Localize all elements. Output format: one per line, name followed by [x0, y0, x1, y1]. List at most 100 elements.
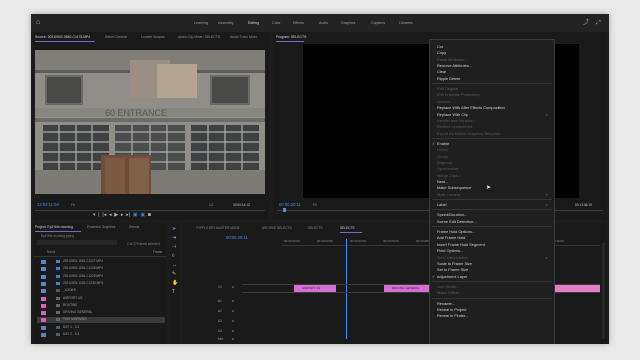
home-icon[interactable]: ⌂: [36, 19, 42, 26]
track-header-label[interactable]: A2: [218, 309, 222, 313]
menu-item-remove-attributes[interactable]: Remove Attributes...: [437, 63, 472, 68]
column-frame-rate[interactable]: Frame: [153, 250, 162, 254]
slip-tool-icon[interactable]: ↔: [172, 263, 177, 268]
menu-item-scale-to-frame-size[interactable]: Scale to Frame Size: [437, 261, 472, 266]
tab-source[interactable]: Source: 20210902-0840-C1175.MP4: [35, 35, 90, 39]
export-frame-icon[interactable]: ◙: [148, 212, 151, 218]
menu-item-rename[interactable]: Rename...: [437, 301, 455, 306]
play-icon[interactable]: ▶: [114, 212, 118, 218]
workspace-tab-editing[interactable]: Editing: [248, 21, 259, 25]
menu-item-reveal-in-finder[interactable]: Reveal in Finder...: [437, 313, 468, 318]
project-list-item[interactable]: 20210903-1156-C1229.MP4: [37, 274, 165, 280]
workspace-tab-audio[interactable]: Audio: [319, 21, 328, 25]
tab-selects-1[interactable]: SELECTS: [308, 226, 323, 230]
go-to-out-icon[interactable]: ▸|: [126, 212, 130, 218]
track-lock-icon[interactable]: ◘: [232, 299, 234, 303]
project-list-item[interactable]: DAY 2 - 0-4: [37, 332, 165, 338]
project-list-item[interactable]: AIRPORT US: [37, 296, 165, 302]
hand-tool-icon[interactable]: ✋: [172, 281, 178, 286]
project-list-item[interactable]: ROUTINE: [37, 303, 165, 309]
menu-item-enable[interactable]: Enable: [437, 141, 449, 146]
track-select-tool-icon[interactable]: ⇥: [172, 236, 176, 241]
track-lock-icon[interactable]: ◘: [232, 329, 234, 333]
project-list-item[interactable]: THIS MORNING: [37, 317, 165, 324]
track-header-label[interactable]: A1: [218, 299, 222, 303]
project-search-input[interactable]: [37, 240, 117, 245]
workspace-tab-libraries[interactable]: Libraries: [399, 21, 413, 25]
workspace-tab-captions[interactable]: Captions: [371, 21, 385, 25]
clip-adjustment[interactable]: [554, 285, 600, 292]
type-tool-icon[interactable]: T: [172, 290, 175, 295]
menu-item-copy[interactable]: Copy: [437, 50, 446, 55]
timeline-scrollbar[interactable]: [602, 243, 605, 339]
menu-item-scene-edit-detection[interactable]: Scene Edit Detection...: [437, 219, 477, 224]
tab-program[interactable]: Program: SELECTS: [276, 35, 306, 39]
menu-item-nest[interactable]: Nest...: [437, 179, 448, 184]
go-to-in-icon[interactable]: |◂: [102, 212, 106, 218]
menu-item-ripple-delete[interactable]: Ripple Delete: [437, 76, 460, 81]
timeline-playhead[interactable]: [346, 239, 347, 339]
tab-audio-track-mixer[interactable]: Audio Track Mixer: [230, 35, 257, 39]
selection-tool-icon[interactable]: ➤: [172, 227, 176, 232]
step-back-icon[interactable]: ◂: [109, 212, 112, 218]
menu-item-reveal-in-project[interactable]: Reveal in Project: [437, 307, 466, 312]
project-list-item[interactable]: 20210903-1155-C1228.MP4: [37, 266, 165, 272]
quick-export-icon[interactable]: ⤴: [583, 20, 589, 26]
program-timecode[interactable]: 00:00:20:11: [279, 202, 301, 207]
tab-lumetri-scopes[interactable]: Lumetri Scopes: [141, 35, 165, 39]
project-list-item[interactable]: DRIVING GENERAL: [37, 310, 165, 316]
step-forward-icon[interactable]: ▸: [121, 212, 124, 218]
workspace-tab-color[interactable]: Color: [272, 21, 281, 25]
menu-item-replace-with-clip[interactable]: Replace With Clip: [437, 112, 468, 117]
tab-sequence-master[interactable]: TYPPLE EP2 MASTER MODE: [196, 226, 240, 230]
program-fit-select[interactable]: Fit: [313, 203, 317, 207]
mark-out-icon[interactable]: |: [98, 212, 99, 218]
tab-effects[interactable]: Effects: [129, 225, 139, 229]
project-list-item[interactable]: 20210903-1155-C1227.MP4: [37, 259, 165, 265]
menu-item-cut[interactable]: Cut: [437, 44, 443, 49]
workspace-tab-graphics[interactable]: Graphics: [341, 21, 355, 25]
mark-in-icon[interactable]: ▾: [93, 212, 96, 218]
program-playhead[interactable]: [283, 208, 286, 212]
source-scrubber[interactable]: [35, 210, 265, 211]
tab-project[interactable]: Project: Ep2 this morning: [35, 225, 73, 229]
menu-item-frame-hold-options[interactable]: Frame Hold Options...: [437, 229, 475, 234]
razor-tool-icon[interactable]: ◊: [172, 254, 174, 259]
menu-item-make-subsequence[interactable]: Make Subsequence: [437, 185, 471, 190]
insert-icon[interactable]: ▣: [133, 212, 138, 218]
track-lock-icon[interactable]: ◘: [232, 309, 234, 313]
menu-item-label[interactable]: Label: [437, 202, 447, 207]
clip-airport-us[interactable]: AIRPORT US: [294, 285, 336, 292]
tab-essential-graphics[interactable]: Essential Graphics: [87, 225, 115, 229]
tab-audio-clip-mixer[interactable]: Audio Clip Mixer: SELECTS: [178, 35, 220, 39]
menu-item-add-frame-hold[interactable]: Add Frame Hold: [437, 235, 465, 240]
source-timecode[interactable]: 13:03:11:04: [37, 202, 59, 207]
fullscreen-icon[interactable]: ⤢: [596, 20, 601, 26]
menu-item-insert-frame-hold-segment[interactable]: Insert Frame Hold Segment: [437, 242, 485, 247]
source-scale-select[interactable]: 1/2: [209, 203, 213, 207]
column-name[interactable]: Name: [47, 250, 56, 254]
tab-archive-selects[interactable]: ARCHIVE SELECTS: [262, 226, 292, 230]
track-header-label[interactable]: A4: [218, 329, 222, 333]
track-lock-icon[interactable]: ◘: [232, 285, 234, 289]
pen-tool-icon[interactable]: ✎: [172, 272, 176, 277]
track-lock-icon[interactable]: ◘: [232, 337, 234, 341]
track-header-label[interactable]: Mix: [218, 337, 223, 341]
project-list-item[interactable]: _LOOKS: [37, 288, 165, 294]
timeline-timecode[interactable]: 00:00:20:11: [226, 235, 248, 240]
menu-item-set-to-frame-size[interactable]: Set to Frame Size: [437, 267, 468, 272]
project-list-item[interactable]: 20210903-1203-C1230.MP4: [37, 281, 165, 287]
workspace-tab-learning[interactable]: Learning: [194, 21, 208, 25]
workspace-tab-assembly[interactable]: Assembly: [218, 21, 234, 25]
track-header-label[interactable]: V1: [218, 285, 222, 289]
workspace-tab-effects[interactable]: Effects: [293, 21, 304, 25]
menu-item-replace-with-after-effects-composition[interactable]: Replace With After Effects Composition: [437, 105, 505, 110]
menu-item-speed-duration[interactable]: Speed/Duration...: [437, 212, 467, 217]
menu-item-field-options[interactable]: Field Options...: [437, 248, 463, 253]
tab-selects-2[interactable]: SELECTS: [340, 226, 355, 230]
project-list-item[interactable]: DAY 1 - 0-4: [37, 325, 165, 331]
tab-effect-controls[interactable]: Effect Controls: [105, 35, 127, 39]
overwrite-icon[interactable]: ▣: [140, 212, 145, 218]
track-header-label[interactable]: A3: [218, 319, 222, 323]
track-lock-icon[interactable]: ◘: [232, 319, 234, 323]
